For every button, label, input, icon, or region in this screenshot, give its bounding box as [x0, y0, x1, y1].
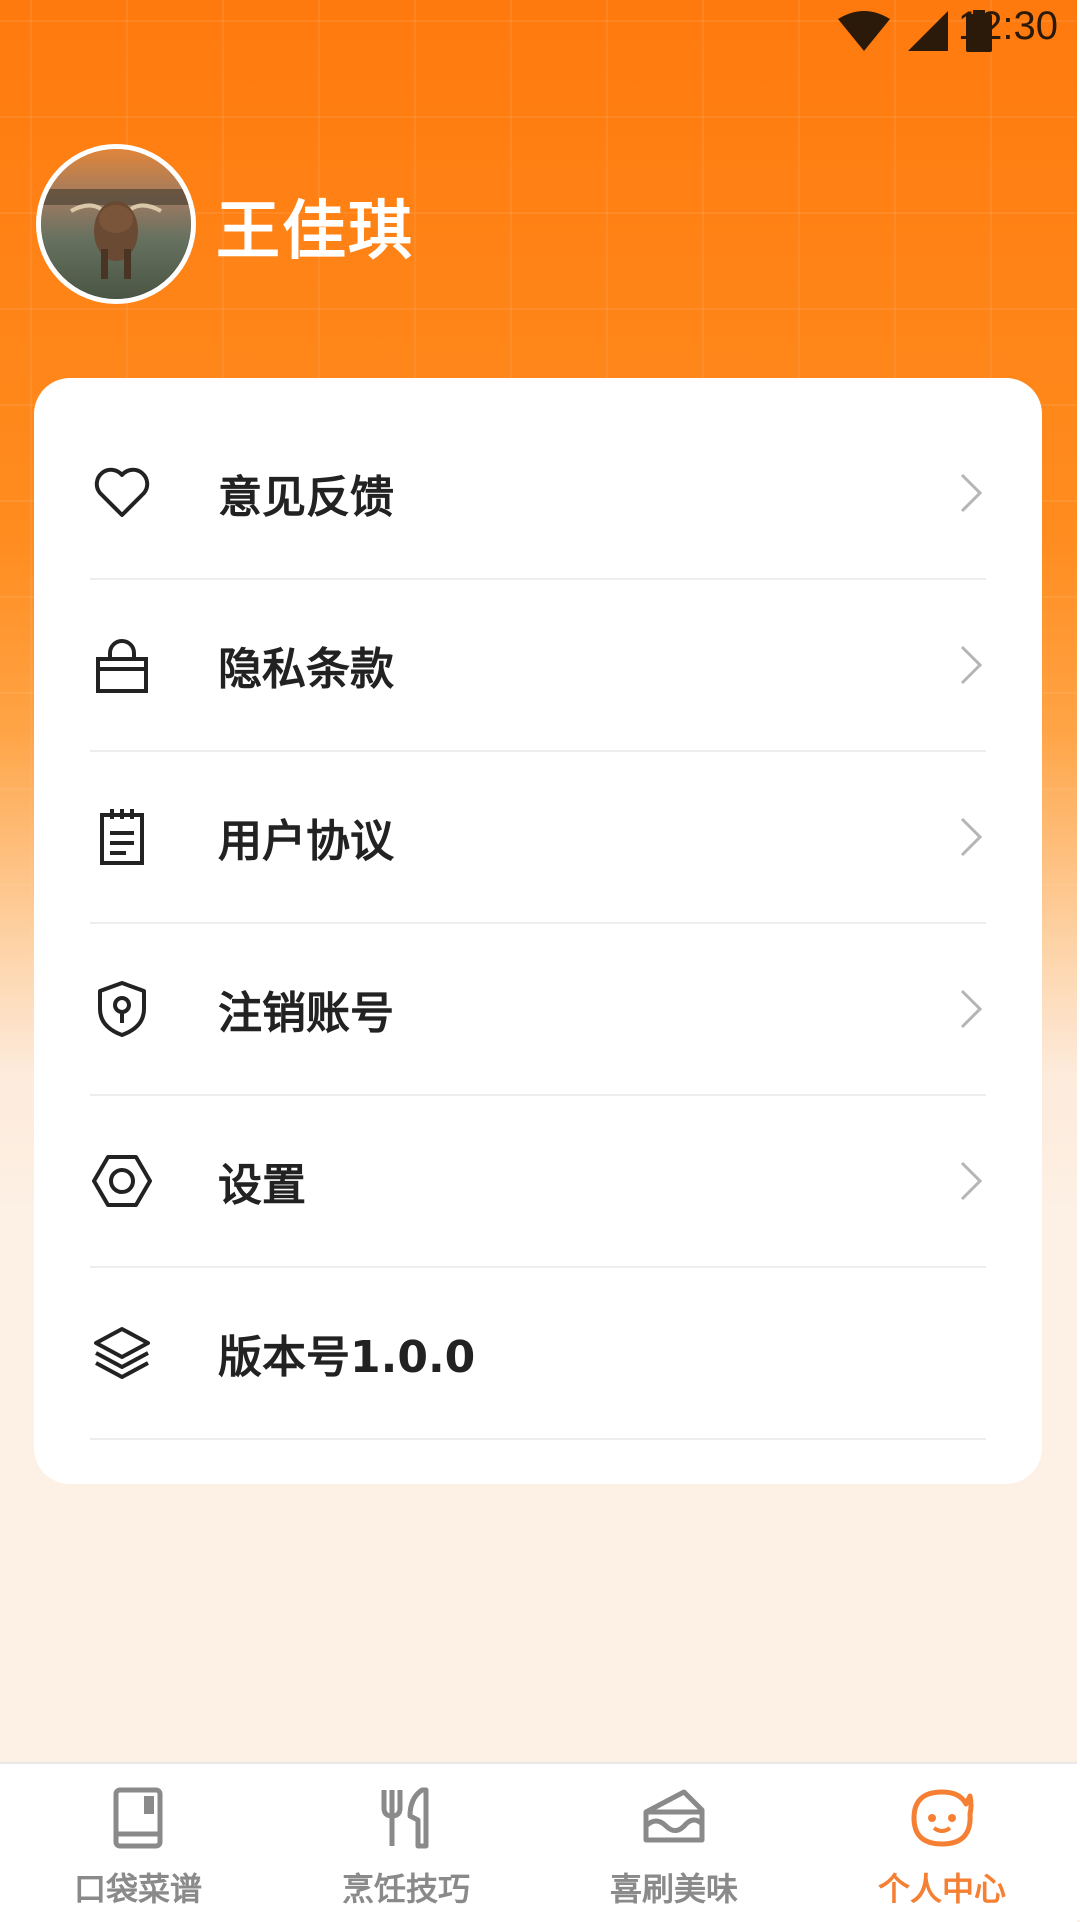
- chevron-right-icon: [960, 645, 983, 685]
- menu-item-privacy[interactable]: 隐私条款: [90, 580, 986, 752]
- menu-card: 意见反馈 隐私条款 用户协议 注销账号 设置 版本号1.0.0: [34, 378, 1042, 1484]
- menu-item-feedback[interactable]: 意见反馈: [90, 408, 986, 580]
- cake-slice-icon: [643, 1789, 705, 1843]
- layers-icon: [94, 1327, 150, 1379]
- lock-icon: [96, 639, 148, 693]
- cell-signal-icon: [908, 11, 948, 51]
- nav-label: 喜刷美味: [609, 1870, 738, 1908]
- nav-item-delicious[interactable]: 喜刷美味: [540, 1764, 808, 1922]
- status-bar: 12:30: [0, 0, 1080, 56]
- shield-keyhole-icon: [98, 981, 146, 1037]
- menu-item-label: 注销账号: [218, 988, 394, 1039]
- nav-label: 个人中心: [877, 1870, 1006, 1908]
- heart-icon: [94, 467, 150, 517]
- chevron-right-icon: [960, 1161, 983, 1201]
- menu-item-user-agreement[interactable]: 用户协议: [90, 752, 986, 924]
- menu-item-label: 意见反馈: [218, 472, 394, 523]
- bottom-nav: 口袋菜谱 烹饪技巧 喜刷美味 个人中心: [0, 1762, 1077, 1922]
- nav-label: 口袋菜谱: [73, 1870, 202, 1908]
- book-icon: [113, 1787, 163, 1849]
- chevron-right-icon: [960, 817, 983, 857]
- nav-item-profile[interactable]: 个人中心: [808, 1764, 1076, 1922]
- status-time: 12:30: [957, 4, 1058, 48]
- menu-item-label: 设置: [218, 1160, 306, 1211]
- nav-item-cooking-tips[interactable]: 烹饪技巧: [272, 1764, 540, 1922]
- user-name: 王佳琪: [216, 195, 414, 269]
- nav-item-recipes[interactable]: 口袋菜谱: [4, 1764, 272, 1922]
- menu-item-version: 版本号1.0.0: [90, 1268, 986, 1440]
- smiley-face-icon: [911, 1789, 974, 1847]
- fork-knife-icon: [381, 1787, 429, 1849]
- wifi-icon: [838, 11, 890, 51]
- menu-item-label: 隐私条款: [218, 644, 394, 695]
- chevron-right-icon: [960, 989, 983, 1029]
- clipboard-icon: [100, 809, 144, 865]
- chevron-right-icon: [960, 473, 983, 513]
- hexagon-nut-icon: [92, 1155, 152, 1207]
- menu-item-delete-account[interactable]: 注销账号: [90, 924, 986, 1096]
- avatar-photo: [41, 149, 191, 299]
- avatar[interactable]: [36, 144, 196, 304]
- menu-item-settings[interactable]: 设置: [90, 1096, 986, 1268]
- version-label: 版本号1.0.0: [218, 1332, 476, 1383]
- nav-label: 烹饪技巧: [341, 1870, 470, 1908]
- menu-item-label: 用户协议: [218, 816, 394, 867]
